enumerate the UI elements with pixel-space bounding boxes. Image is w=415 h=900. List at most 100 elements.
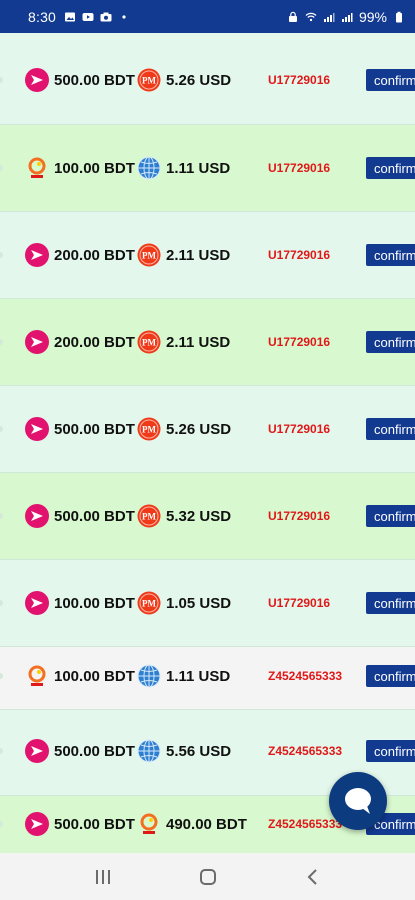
confirm-button[interactable]: confirm	[366, 740, 415, 762]
confirm-button[interactable]: confirm	[366, 418, 415, 440]
from-amount-cell: 500.00 BDT	[25, 504, 135, 528]
row-edge-dot	[0, 165, 3, 171]
bkash-icon	[25, 68, 49, 92]
from-amount: 100.00 BDT	[54, 594, 135, 612]
from-amount-cell: 200.00 BDT	[25, 243, 135, 267]
confirm-button[interactable]: confirm	[366, 331, 415, 353]
from-amount-cell: 500.00 BDT	[25, 812, 135, 836]
to-amount-cell: PM 5.32 USD	[137, 504, 231, 528]
from-amount: 200.00 BDT	[54, 246, 135, 264]
to-amount-cell: PM 2.11 USD	[137, 243, 230, 267]
to-amount-cell: 490.00 BDT	[137, 812, 247, 836]
bkash-icon	[25, 739, 49, 763]
perfect-money-icon: PM	[137, 504, 161, 528]
battery-percent: 99%	[358, 8, 387, 25]
row-edge-dot	[0, 426, 3, 432]
transaction-row: 200.00 BDT PM 2.11 USD U17729016 confirm	[0, 299, 415, 386]
transaction-row: 100.00 BDT 1.11 USD U17729016 confirm	[0, 125, 415, 212]
user-id: U17729016	[268, 248, 331, 262]
svg-text:PM: PM	[142, 338, 156, 348]
nav-bar	[0, 853, 415, 900]
to-amount: 1.11 USD	[166, 159, 231, 177]
upay-icon	[137, 812, 161, 836]
to-amount: 2.11 USD	[166, 333, 231, 351]
transaction-list[interactable]: 500.00 BDT PM 5.26 USD U17729016 confirm 100.…	[0, 33, 415, 853]
to-amount-cell: PM 5.26 USD	[137, 417, 231, 441]
recent-apps-icon	[94, 869, 112, 885]
row-edge-dot	[0, 821, 3, 827]
to-amount-cell: 1.11 USD	[137, 156, 230, 180]
from-amount-cell: 500.00 BDT	[25, 417, 135, 441]
bkash-icon	[25, 812, 49, 836]
gallery-icon	[64, 11, 76, 23]
from-amount: 100.00 BDT	[54, 159, 135, 177]
to-amount: 1.11 USD	[166, 667, 231, 685]
transaction-row: 500.00 BDT PM 5.32 USD U17729016 confirm	[0, 473, 415, 560]
from-amount: 200.00 BDT	[54, 333, 135, 351]
svg-text:PM: PM	[142, 599, 156, 609]
webmoney-icon	[137, 156, 161, 180]
from-amount: 500.00 BDT	[54, 815, 135, 833]
confirm-button[interactable]: confirm	[366, 244, 415, 266]
from-amount-cell: 200.00 BDT	[25, 330, 135, 354]
to-amount: 5.32 USD	[166, 507, 232, 525]
from-amount: 100.00 BDT	[54, 667, 135, 685]
from-amount: 500.00 BDT	[54, 507, 135, 525]
upay-icon	[25, 664, 49, 688]
dot-icon	[118, 11, 130, 23]
from-amount: 500.00 BDT	[54, 420, 135, 438]
signal-icon	[323, 11, 335, 23]
recent-apps-button[interactable]	[83, 862, 123, 892]
bkash-icon	[25, 591, 49, 615]
user-id: U17729016	[268, 422, 331, 436]
to-amount: 5.26 USD	[166, 420, 232, 438]
camera-icon	[100, 11, 112, 23]
user-id: Z4524565333	[268, 817, 343, 831]
to-amount: 5.56 USD	[166, 742, 232, 760]
user-id: U17729016	[268, 509, 331, 523]
svg-text:PM: PM	[142, 512, 156, 522]
confirm-button[interactable]: confirm	[366, 505, 415, 527]
svg-text:PM: PM	[142, 76, 156, 86]
to-amount: 5.26 USD	[166, 71, 232, 89]
status-bar: 8:30 99%	[0, 0, 415, 33]
from-amount-cell: 100.00 BDT	[25, 664, 135, 688]
home-button[interactable]	[188, 862, 228, 892]
transaction-row: 100.00 BDT 1.11 USD Z4524565333 confirm	[0, 647, 415, 710]
bkash-icon	[25, 330, 49, 354]
chat-bubble-icon	[342, 786, 374, 816]
svg-text:PM: PM	[142, 425, 156, 435]
bkash-icon	[25, 243, 49, 267]
row-edge-dot	[0, 339, 3, 345]
signal-icon	[341, 11, 353, 23]
row-edge-dot	[0, 252, 3, 258]
confirm-button[interactable]: confirm	[366, 157, 415, 179]
back-button[interactable]	[293, 862, 333, 892]
upay-icon	[25, 156, 49, 180]
webmoney-icon	[137, 664, 161, 688]
home-icon	[199, 868, 217, 886]
confirm-button[interactable]: confirm	[366, 592, 415, 614]
status-right: 99%	[287, 9, 405, 25]
row-edge-dot	[0, 600, 3, 606]
confirm-button[interactable]: confirm	[366, 69, 415, 91]
from-amount: 500.00 BDT	[54, 71, 135, 89]
user-id: U17729016	[268, 73, 331, 87]
bkash-icon	[25, 504, 49, 528]
to-amount-cell: 1.11 USD	[137, 664, 230, 688]
confirm-button[interactable]: confirm	[366, 665, 415, 687]
transaction-row: 100.00 BDT PM 1.05 USD U17729016 confirm	[0, 560, 415, 647]
to-amount-cell: PM 5.26 USD	[137, 68, 231, 92]
user-id: U17729016	[268, 335, 331, 349]
chat-button[interactable]	[329, 772, 387, 830]
lock-icon	[287, 11, 299, 23]
perfect-money-icon: PM	[137, 243, 161, 267]
svg-text:PM: PM	[142, 251, 156, 261]
user-id: U17729016	[268, 596, 331, 610]
status-time: 8:30	[28, 8, 57, 25]
row-edge-dot	[0, 673, 3, 679]
to-amount-cell: 5.56 USD	[137, 739, 231, 763]
battery-icon	[393, 11, 405, 23]
row-edge-dot	[0, 748, 3, 754]
status-left: 8:30	[28, 9, 130, 25]
